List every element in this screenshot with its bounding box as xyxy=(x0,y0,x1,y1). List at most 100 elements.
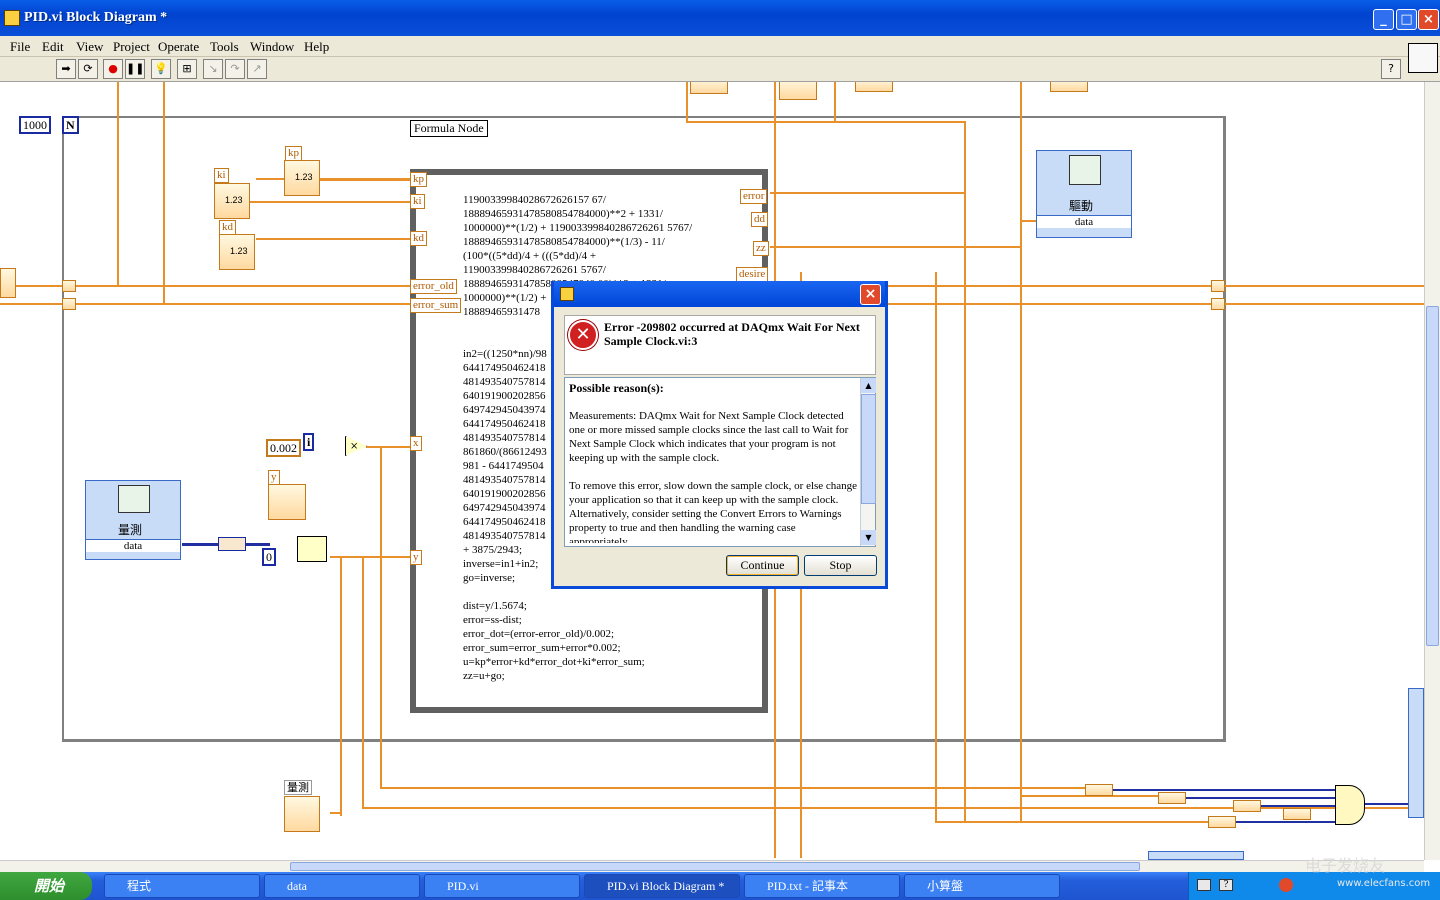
ki-label: ki xyxy=(214,168,229,183)
top-indicator-4 xyxy=(1050,82,1088,92)
iteration-terminal: i xyxy=(303,433,315,451)
run-continuous-icon[interactable]: ⟳ xyxy=(78,59,98,79)
dt-constant[interactable]: 0.002 xyxy=(266,439,301,457)
watermark-text: 电子发烧友 xyxy=(1305,856,1386,875)
graph-label: 量測 xyxy=(284,780,312,795)
toolbar: ➡ ⟳ ● ❚❚ 💡 ⊞ ↘ ↷ ↗ ? xyxy=(0,43,1440,82)
stop-button[interactable]: Stop xyxy=(804,555,877,576)
horizontal-scrollbar[interactable] xyxy=(0,860,1424,872)
run-arrow-icon[interactable]: ➡ xyxy=(56,59,76,79)
formula-input-kd: kd xyxy=(410,231,427,246)
task-notepad[interactable]: PID.txt - 記事本 xyxy=(744,874,900,898)
formula-input-x: x xyxy=(410,436,422,451)
task-pid-block-diagram[interactable]: PID.vi Block Diagram * xyxy=(584,874,740,898)
vertical-scrollbar[interactable] xyxy=(1424,82,1440,860)
build-array-icon[interactable] xyxy=(1335,785,1365,825)
taskbar: 開始 程式 data PID.vi PID.vi Block Diagram *… xyxy=(0,856,1440,900)
error-icon: ✕ xyxy=(568,320,598,350)
abort-icon[interactable]: ● xyxy=(103,59,123,79)
iteration-count-constant[interactable]: 1000 xyxy=(19,116,51,134)
shift-register-right-2 xyxy=(1211,298,1225,310)
system-tray: ? 电子发烧友 www.elecfans.com xyxy=(1188,856,1440,900)
scroll-thumb[interactable] xyxy=(290,862,1140,871)
index-array-icon[interactable] xyxy=(297,536,327,562)
vi-icon xyxy=(1408,43,1438,73)
menu-file[interactable]: File xyxy=(10,39,30,55)
context-help-icon[interactable]: ? xyxy=(1381,59,1401,79)
reason-scrollbar[interactable]: ▲ ▼ xyxy=(860,378,876,546)
reason-textbox[interactable]: Possible reason(s): Measurements: DAQmx … xyxy=(564,377,876,547)
daq-assistant-write[interactable]: 驅動 data xyxy=(1036,150,1132,238)
error-header: ✕ Error -209802 occurred at DAQmx Wait F… xyxy=(564,315,876,375)
task-programs[interactable]: 程式 xyxy=(104,874,260,898)
reason-paragraph-1: Measurements: DAQmx Wait for Next Sample… xyxy=(569,410,849,464)
scroll-thumb[interactable] xyxy=(1426,306,1439,646)
formula-input-y: y xyxy=(410,550,422,565)
formula-mid-text: in2=((1250*nn)/98 644174950462418 481493… xyxy=(463,348,547,584)
top-indicator-2 xyxy=(779,82,817,100)
dialog-close-button[interactable]: × xyxy=(860,284,881,305)
help-icon[interactable]: ? xyxy=(1219,879,1233,891)
step-out-icon[interactable]: ↗ xyxy=(247,59,267,79)
menu-edit[interactable]: Edit xyxy=(42,39,64,55)
labview-app-icon xyxy=(4,10,20,26)
task-data[interactable]: data xyxy=(264,874,420,898)
right-edge-indicator xyxy=(1408,688,1424,818)
labview-icon xyxy=(560,287,574,301)
menu-bar: File Edit View Project Operate Tools Win… xyxy=(0,36,1440,57)
menu-project[interactable]: Project xyxy=(113,39,150,55)
keyboard-icon[interactable] xyxy=(1197,879,1211,891)
step-into-icon[interactable]: ↘ xyxy=(203,59,223,79)
y-indicator[interactable] xyxy=(268,484,306,520)
menu-help[interactable]: Help xyxy=(304,39,329,55)
close-button[interactable]: × xyxy=(1418,9,1439,30)
ki-control[interactable]: 1.23 xyxy=(214,183,250,219)
kp-label: kp xyxy=(285,146,302,161)
reason-heading: Possible reason(s): xyxy=(569,381,664,395)
kd-label: kd xyxy=(219,220,236,235)
menu-view[interactable]: View xyxy=(76,39,103,55)
shift-register-right-1 xyxy=(1211,280,1225,292)
menu-window[interactable]: Window xyxy=(250,39,294,55)
formula-output-desire: desire xyxy=(736,267,769,282)
task-pid-vi[interactable]: PID.vi xyxy=(424,874,580,898)
convert-node-1 xyxy=(1085,784,1113,796)
convert-node-5 xyxy=(1208,816,1236,828)
shift-register-left-2 xyxy=(62,298,76,310)
task-calculator[interactable]: 小算盤 xyxy=(904,874,1060,898)
scroll-up-icon[interactable]: ▲ xyxy=(861,378,876,393)
minimize-button[interactable]: _ xyxy=(1373,9,1394,30)
daq-read-data-output: data xyxy=(86,539,180,552)
security-icon[interactable] xyxy=(1279,878,1293,892)
kd-control[interactable]: 1.23 xyxy=(219,234,255,270)
menu-tools[interactable]: Tools xyxy=(210,39,239,55)
daq-assistant-icon xyxy=(1069,155,1101,185)
formula-output-zz: zz xyxy=(753,241,769,256)
maximize-button[interactable]: □ xyxy=(1396,9,1417,30)
zero-constant[interactable]: 0 xyxy=(262,548,276,566)
menu-operate[interactable]: Operate xyxy=(158,39,199,55)
formula-output-error: error xyxy=(740,189,768,204)
step-over-icon[interactable]: ↷ xyxy=(225,59,245,79)
daq-write-label: 驅動 xyxy=(1069,199,1094,213)
daq-read-label: 量測 xyxy=(118,523,143,537)
formula-node-label: Formula Node xyxy=(410,120,488,137)
window-title: PID.vi Block Diagram * xyxy=(24,10,168,25)
scroll-down-icon[interactable]: ▼ xyxy=(861,530,876,545)
y-label: y xyxy=(268,470,280,485)
formula-input-kp: kp xyxy=(410,172,427,187)
convert-to-dbl-icon[interactable] xyxy=(218,537,246,551)
watermark-url: www.elecfans.com xyxy=(1337,878,1431,889)
highlight-execution-icon[interactable]: 💡 xyxy=(151,59,171,79)
pause-icon[interactable]: ❚❚ xyxy=(125,59,145,79)
continue-button[interactable]: Continue xyxy=(726,555,799,576)
bottom-edge-indicator xyxy=(1148,851,1244,860)
scroll-thumb[interactable] xyxy=(861,394,876,504)
daq-assistant-read[interactable]: 量測 data xyxy=(85,480,181,560)
graph-indicator[interactable] xyxy=(284,796,320,832)
kp-control[interactable]: 1.23 xyxy=(284,160,320,196)
convert-node-4 xyxy=(1283,808,1311,820)
daq-write-data-input: data xyxy=(1037,215,1131,228)
start-button[interactable]: 開始 xyxy=(0,872,92,900)
retain-wire-values-icon[interactable]: ⊞ xyxy=(177,59,197,79)
